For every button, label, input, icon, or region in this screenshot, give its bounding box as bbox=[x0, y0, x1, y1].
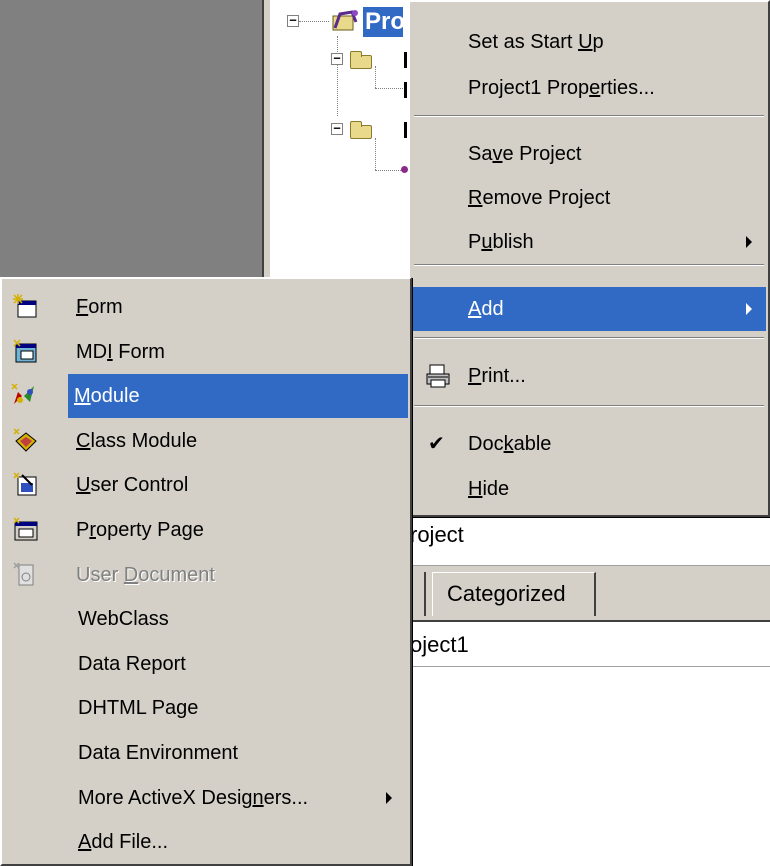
property-value[interactable]: oject1 bbox=[410, 630, 469, 660]
menu-item-publish[interactable]: Publish bbox=[412, 220, 766, 264]
menu-item-data-environment[interactable]: Data Environment bbox=[4, 731, 408, 775]
menu-item-print[interactable]: Print... bbox=[412, 354, 766, 398]
divider bbox=[410, 666, 770, 667]
menu-item-label: More ActiveX Designers... bbox=[78, 786, 309, 809]
project-context-menu: Set as Start Up Project1 Properties... Sav… bbox=[408, 0, 770, 517]
tree-line bbox=[299, 21, 329, 22]
menu-item-save-project[interactable]: Save Project bbox=[412, 132, 766, 176]
class-module-icon bbox=[12, 427, 40, 455]
tree-root-project[interactable]: Pro bbox=[363, 7, 403, 37]
menu-item-label: Print... bbox=[468, 365, 526, 387]
menu-item-class-module[interactable]: Class Module bbox=[4, 419, 408, 463]
menu-item-module[interactable]: Module bbox=[11, 374, 408, 419]
mdi-form-icon bbox=[12, 338, 40, 366]
menu-item-label: Save Project bbox=[468, 143, 582, 165]
tree-line bbox=[375, 88, 403, 89]
tab-categorized[interactable]: Categorized bbox=[432, 572, 596, 616]
tree-line bbox=[375, 170, 403, 171]
object-selector[interactable]: roject bbox=[410, 520, 464, 550]
menu-item-webclass[interactable]: WebClass bbox=[4, 597, 408, 641]
menu-separator bbox=[414, 115, 764, 117]
menu-item-form[interactable]: Form bbox=[4, 285, 408, 329]
menu-item-label: MDI Form bbox=[76, 340, 165, 363]
user-control-icon bbox=[12, 471, 40, 499]
add-submenu: Form MDI Form Module Class Module User Contr… bbox=[0, 277, 412, 866]
tree-node-label bbox=[404, 122, 407, 138]
menu-item-user-control[interactable]: User Control bbox=[4, 463, 408, 507]
menu-item-label: Add bbox=[468, 298, 504, 320]
menu-item-label: Data Environment bbox=[78, 742, 239, 764]
menu-item-dhtml-page[interactable]: DHTML Page bbox=[4, 686, 408, 730]
menu-item-label: Publish bbox=[468, 231, 534, 253]
printer-icon bbox=[424, 362, 452, 390]
menu-item-label: Remove Project bbox=[468, 187, 611, 209]
checkmark-icon: ✔ bbox=[428, 433, 445, 455]
module-icon bbox=[10, 382, 38, 410]
submenu-arrow-icon bbox=[746, 303, 752, 315]
collapse-icon[interactable]: − bbox=[287, 14, 299, 27]
collapse-icon[interactable]: − bbox=[331, 122, 343, 135]
menu-item-property-page[interactable]: Property Page bbox=[4, 508, 408, 552]
folder-icon bbox=[350, 121, 372, 139]
tree-line bbox=[337, 36, 338, 116]
menu-item-label: Module bbox=[74, 385, 140, 408]
menu-item-set-as-start-up[interactable]: Set as Start Up bbox=[412, 20, 766, 64]
menu-item-label: Data Report bbox=[78, 652, 186, 675]
menu-separator bbox=[414, 264, 764, 266]
menu-item-label: DHTML Page bbox=[78, 697, 199, 720]
menu-item-label: WebClass bbox=[78, 608, 169, 631]
designer-icon bbox=[401, 166, 408, 173]
menu-item-label: Set as Start Up bbox=[468, 31, 604, 53]
menu-item-more-activex-designers[interactable]: More ActiveX Designers... bbox=[4, 776, 408, 820]
tree-line bbox=[375, 66, 376, 88]
tree-line bbox=[375, 138, 376, 170]
menu-item-label: Class Module bbox=[76, 429, 198, 452]
menu-item-label: Hide bbox=[468, 478, 510, 500]
menu-item-project1-properties[interactable]: Project1 Properties... bbox=[412, 66, 766, 110]
menu-item-dockable[interactable]: ✔ Dockable bbox=[412, 422, 766, 466]
tab-alphabetic[interactable] bbox=[418, 572, 426, 616]
menu-item-hide[interactable]: Hide bbox=[412, 467, 766, 511]
menu-item-add[interactable]: Add bbox=[412, 287, 766, 331]
submenu-arrow-icon bbox=[386, 791, 392, 804]
project-icon bbox=[332, 10, 358, 31]
tree-node-label bbox=[404, 82, 407, 98]
menu-separator bbox=[414, 405, 764, 407]
property-page-icon bbox=[12, 516, 40, 544]
workspace-background bbox=[0, 0, 262, 290]
menu-item-mdi-form[interactable]: MDI Form bbox=[4, 330, 408, 374]
menu-item-remove-project[interactable]: Remove Project bbox=[412, 176, 766, 220]
menu-item-label: Project1 Properties... bbox=[468, 77, 655, 99]
menu-item-label: Add File... bbox=[78, 831, 169, 854]
folder-icon bbox=[350, 51, 372, 69]
menu-item-label: Form bbox=[76, 296, 123, 318]
collapse-icon[interactable]: − bbox=[331, 52, 343, 65]
form-icon bbox=[12, 293, 40, 321]
menu-separator bbox=[414, 337, 764, 339]
divider bbox=[410, 620, 770, 622]
menu-item-label: Dockable bbox=[468, 433, 552, 455]
menu-item-label: User Control bbox=[76, 474, 189, 497]
menu-item-add-file[interactable]: Add File... bbox=[4, 820, 408, 864]
menu-item-user-document: User Document bbox=[4, 553, 408, 597]
user-document-icon bbox=[12, 561, 40, 589]
submenu-arrow-icon bbox=[746, 236, 752, 248]
menu-item-data-report[interactable]: Data Report bbox=[4, 642, 408, 686]
menu-item-label: Property Page bbox=[76, 519, 204, 541]
tree-node-label bbox=[404, 52, 407, 68]
menu-item-label: User Document bbox=[76, 563, 215, 586]
